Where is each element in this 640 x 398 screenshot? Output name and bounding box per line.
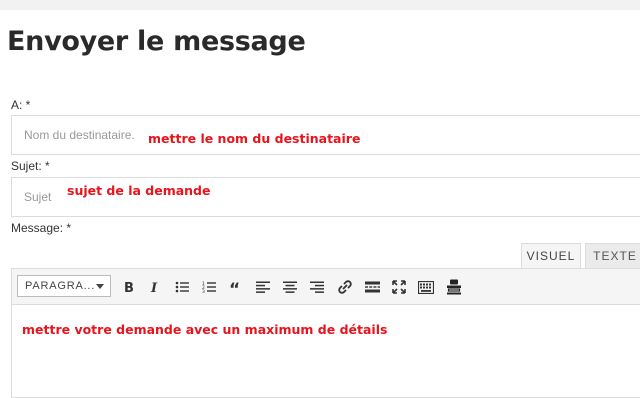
toolbar-toggle-icon[interactable] bbox=[417, 278, 435, 296]
chevron-down-icon bbox=[96, 284, 104, 289]
format-select-value: PARAGRA... bbox=[25, 280, 96, 292]
svg-text:“: “ bbox=[229, 281, 240, 293]
message-annotation: mettre votre demande avec un maximum de … bbox=[22, 322, 388, 337]
to-label: A: * bbox=[11, 98, 31, 112]
italic-icon[interactable]: I bbox=[146, 278, 164, 296]
align-center-icon[interactable] bbox=[281, 278, 299, 296]
link-icon[interactable] bbox=[336, 278, 354, 296]
recipient-input[interactable] bbox=[24, 116, 154, 154]
recipient-annotation: mettre le nom du destinataire bbox=[148, 131, 361, 146]
subject-label: Sujet: * bbox=[11, 159, 50, 173]
tab-text[interactable]: TEXTE bbox=[585, 243, 640, 268]
align-right-icon[interactable] bbox=[308, 278, 326, 296]
fullscreen-icon[interactable] bbox=[390, 278, 408, 296]
svg-text:I: I bbox=[150, 281, 158, 294]
contact-form-icon[interactable] bbox=[445, 278, 463, 296]
align-left-icon[interactable] bbox=[254, 278, 272, 296]
editor-toolbar: PARAGRA... B I 123 “ bbox=[12, 269, 640, 305]
bold-icon[interactable]: B bbox=[119, 278, 137, 296]
read-more-icon[interactable] bbox=[363, 278, 381, 296]
message-label: Message: * bbox=[11, 221, 72, 235]
numbered-list-icon[interactable]: 123 bbox=[200, 278, 218, 296]
message-editor: PARAGRA... B I 123 “ mettre votre demand… bbox=[11, 268, 640, 398]
top-bar bbox=[0, 0, 640, 10]
subject-annotation: sujet de la demande bbox=[67, 183, 211, 198]
svg-text:B: B bbox=[124, 281, 134, 294]
svg-text:3: 3 bbox=[202, 289, 205, 293]
page-title: Envoyer le message bbox=[7, 26, 306, 57]
tab-visual[interactable]: VISUEL bbox=[521, 243, 581, 268]
format-select[interactable]: PARAGRA... bbox=[17, 275, 111, 297]
bullet-list-icon[interactable] bbox=[173, 278, 191, 296]
message-body-area[interactable]: mettre votre demande avec un maximum de … bbox=[12, 304, 640, 397]
blockquote-icon[interactable]: “ bbox=[227, 278, 245, 296]
